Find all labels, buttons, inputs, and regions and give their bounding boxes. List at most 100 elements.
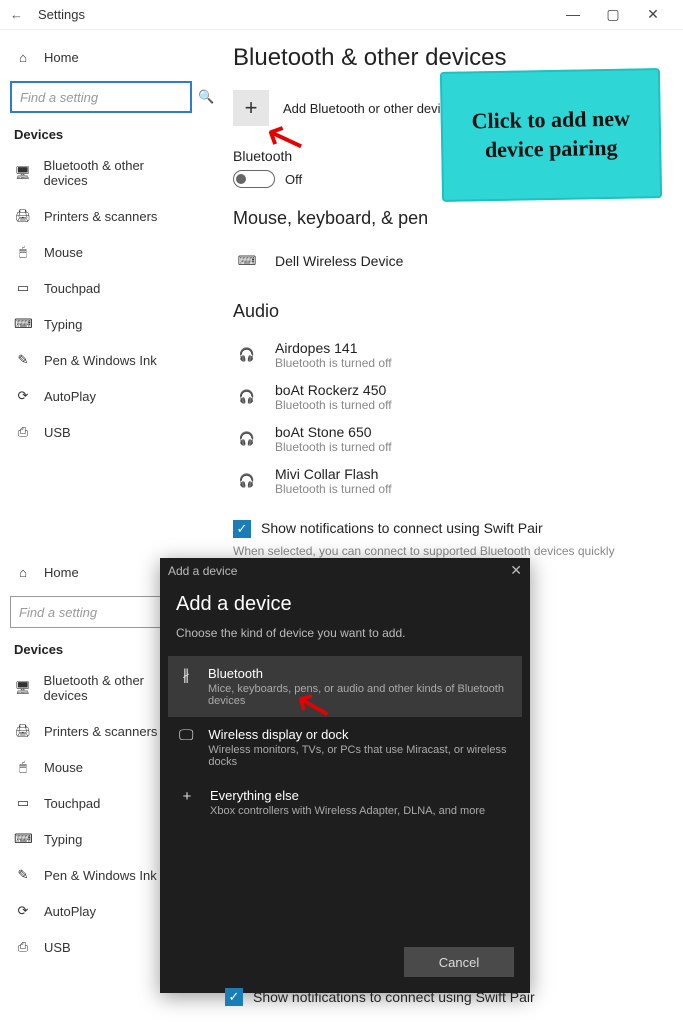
device-row[interactable]: 🎧 boAt Rockerz 450Bluetooth is turned of… [233,376,665,418]
sidebar-item-label: Pen & Windows Ink [44,868,157,883]
option-desc: Wireless monitors, TVs, or PCs that use … [208,744,514,768]
search-input[interactable] [20,90,198,105]
sidebar-item-usb[interactable]: ⎙ USB [6,414,196,450]
dialog-option-wireless[interactable]: 🖵 Wireless display or dock Wireless monit… [168,717,522,778]
dialog-option-everything[interactable]: + Everything else Xbox controllers with W… [168,778,522,827]
option-desc: Mice, keyboards, pens, or audio and othe… [208,683,514,707]
bluetooth-icon: ∦ [176,666,196,707]
bluetooth-toggle[interactable] [233,170,275,188]
sidebar-item-label: USB [44,425,71,440]
sidebar-item-label: USB [44,940,71,955]
swift-pair-checkbox[interactable]: ✓ [225,988,243,1006]
sidebar-home[interactable]: ⌂ Home [6,40,196,75]
sidebar-item-pen[interactable]: ✎ Pen & Windows Ink [6,342,196,378]
page-title: Bluetooth & other devices [233,44,665,72]
devices-icon: 🖥 [14,165,32,181]
autoplay-icon: ⟳ [14,388,32,404]
device-name: Mivi Collar Flash [275,466,392,482]
sidebar-item-label: AutoPlay [44,389,96,404]
sidebar-item-label: Typing [44,317,82,332]
dialog-close-icon[interactable]: ✕ [510,562,522,579]
close-button[interactable]: ✕ [633,6,673,23]
annotation-text: Click to add new device pairing [451,105,652,166]
usb-icon: ⎙ [14,939,32,955]
add-button[interactable]: + [233,90,269,126]
devices-icon: 🖥 [14,680,32,696]
dialog-option-bluetooth[interactable]: ∦ Bluetooth Mice, keyboards, pens, or aud… [168,656,522,717]
minimize-button[interactable]: — [553,6,593,23]
bluetooth-state: Off [285,172,302,187]
sidebar-item-bluetooth[interactable]: 🖥 Bluetooth & other devices [6,148,196,198]
option-name: Everything else [210,788,485,803]
dialog-subtitle: Choose the kind of device you want to ad… [176,626,514,640]
back-icon[interactable]: ← [10,7,30,22]
typing-icon: ⌨ [14,831,32,847]
search-icon: 🔍 [198,89,214,105]
sidebar: ⌂ Home 🔍 Devices 🖥 Bluetooth & other devi… [0,30,202,460]
swift-pair-label: Show notifications to connect using Swif… [261,520,543,536]
titlebar: ← Settings — ▢ ✕ [0,0,683,30]
annotation-callout: Click to add new device pairing [440,68,662,202]
usb-icon: ⎙ [14,424,32,440]
option-desc: Xbox controllers with Wireless Adapter, … [210,805,485,817]
headphones-icon: 🎧 [233,467,261,495]
sidebar-item-label: Bluetooth & other devices [44,158,188,188]
device-row[interactable]: 🎧 Mivi Collar FlashBluetooth is turned o… [233,460,665,502]
sidebar-item-label: Printers & scanners [44,209,157,224]
plus-icon: + [245,95,258,121]
sidebar-home-label: Home [44,565,79,580]
sidebar-item-touchpad[interactable]: ▭ Touchpad [6,270,196,306]
plus-icon: + [176,788,198,817]
device-row[interactable]: ⌨ Dell Wireless Device [233,241,665,281]
printer-icon: 🖨 [14,723,32,739]
headphones-icon: 🎧 [233,341,261,369]
sidebar-item-label: Printers & scanners [44,724,157,739]
dialog-title: Add a device [176,593,514,616]
sidebar-item-mouse[interactable]: 🖱 Mouse [6,234,196,270]
sidebar-section-label: Devices [14,127,188,142]
dialog-header-title: Add a device [168,564,237,578]
pen-icon: ✎ [14,867,32,883]
swift-pair-row-lower[interactable]: ✓ Show notifications to connect using Sw… [225,988,683,1006]
display-icon: 🖵 [176,727,196,768]
sidebar-item-label: Typing [44,832,82,847]
device-name: Dell Wireless Device [275,253,403,269]
pen-icon: ✎ [14,352,32,368]
cancel-button[interactable]: Cancel [404,947,514,977]
sidebar-item-label: AutoPlay [44,904,96,919]
mouse-icon: 🖱 [14,759,32,775]
mouse-icon: 🖱 [14,244,32,260]
option-name: Wireless display or dock [208,727,514,742]
swift-pair-checkbox[interactable]: ✓ [233,520,251,538]
sidebar-item-label: Pen & Windows Ink [44,353,157,368]
device-row[interactable]: 🎧 boAt Stone 650Bluetooth is turned off [233,418,665,460]
printer-icon: 🖨 [14,208,32,224]
option-name: Bluetooth [208,666,514,681]
typing-icon: ⌨ [14,316,32,332]
sidebar-item-label: Mouse [44,245,83,260]
headphones-icon: 🎧 [233,383,261,411]
sidebar-search[interactable]: 🔍 [10,81,192,113]
device-name: boAt Stone 650 [275,424,392,440]
device-status: Bluetooth is turned off [275,398,392,412]
add-label: Add Bluetooth or other device [283,101,454,116]
touchpad-icon: ▭ [14,280,32,296]
maximize-button[interactable]: ▢ [593,6,633,23]
section-audio: Audio [233,301,665,322]
section-mkb: Mouse, keyboard, & pen [233,208,665,229]
sidebar-item-typing[interactable]: ⌨ Typing [6,306,196,342]
device-row[interactable]: 🎧 Airdopes 141Bluetooth is turned off [233,334,665,376]
sidebar-home-label: Home [44,50,79,65]
sidebar-item-label: Touchpad [44,796,100,811]
sidebar-item-autoplay[interactable]: ⟳ AutoPlay [6,378,196,414]
device-status: Bluetooth is turned off [275,440,392,454]
home-icon: ⌂ [14,50,32,65]
sidebar-item-label: Touchpad [44,281,100,296]
headphones-icon: 🎧 [233,425,261,453]
sidebar-item-printers[interactable]: 🖨 Printers & scanners [6,198,196,234]
autoplay-icon: ⟳ [14,903,32,919]
swift-pair-label: Show notifications to connect using Swif… [253,989,535,1005]
touchpad-icon: ▭ [14,795,32,811]
swift-pair-row[interactable]: ✓ Show notifications to connect using Sw… [233,520,665,538]
app-title: Settings [38,7,85,22]
